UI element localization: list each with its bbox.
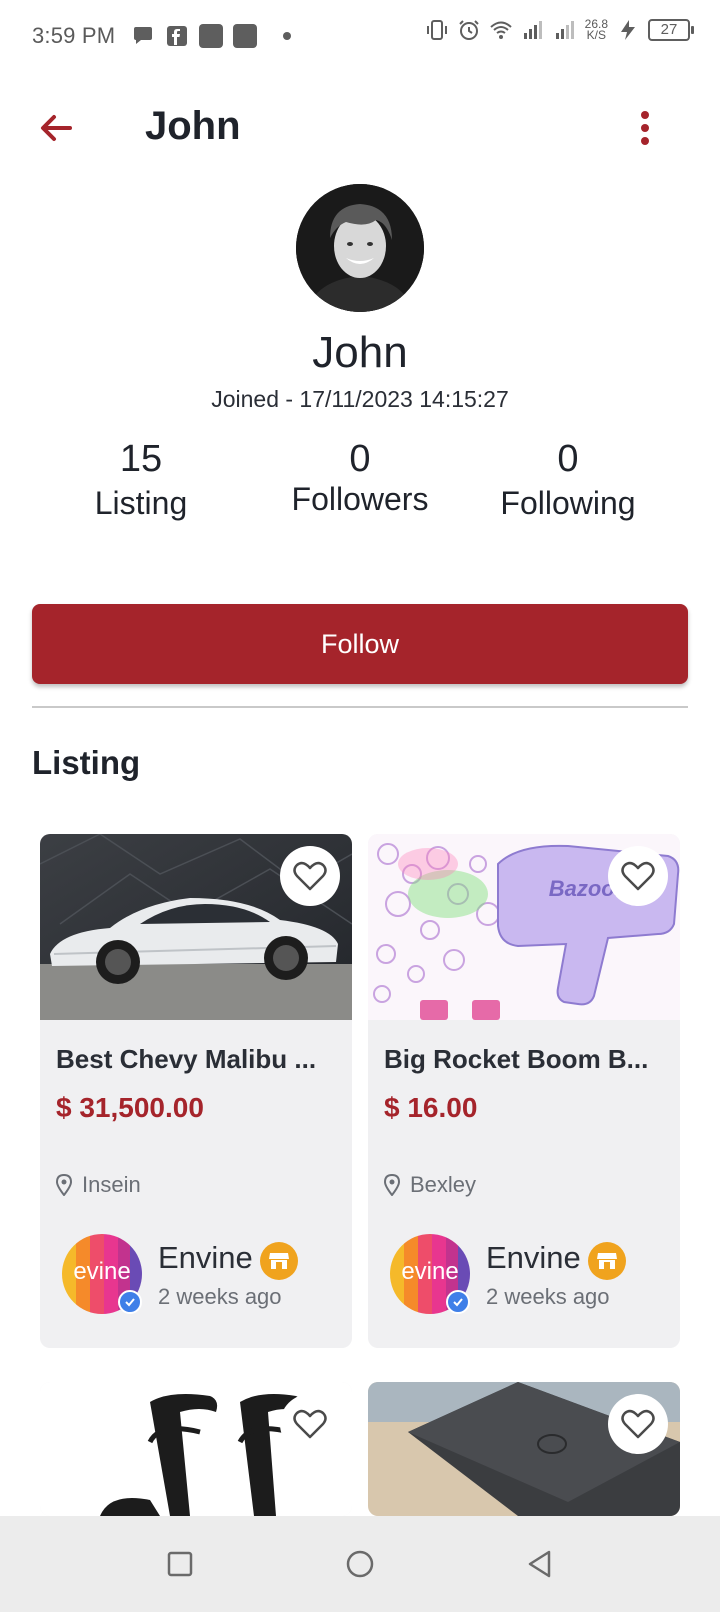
profile-photo	[296, 184, 424, 312]
chat-bubble-icon	[134, 27, 153, 44]
listing-price: $ 31,500.00	[56, 1092, 204, 1123]
more-vertical-icon	[641, 111, 649, 145]
listing-card[interactable]	[368, 1382, 680, 1516]
stat-followers[interactable]: 0 Followers	[282, 438, 438, 518]
posted-time: 2 weeks ago	[486, 1284, 610, 1309]
verified-icon	[446, 1290, 470, 1314]
listing-section-title: Listing	[32, 744, 141, 781]
profile-name: John	[312, 328, 408, 377]
dot-icon	[283, 32, 292, 40]
location-label: Bexley	[410, 1172, 477, 1197]
app-header: John	[0, 86, 720, 170]
posted-time: 2 weeks ago	[158, 1284, 282, 1309]
store-icon	[588, 1242, 626, 1280]
status-bar: 3:59 PM 26.8 K/S 27	[0, 0, 720, 72]
listing-location: Bexley	[384, 1172, 476, 1198]
location-label: Insein	[82, 1172, 141, 1197]
listing-title: Big Rocket Boom B...	[384, 1044, 649, 1074]
verified-icon	[118, 1290, 142, 1314]
stat-listing-value: 15	[119, 438, 163, 480]
follow-button[interactable]: Follow	[32, 604, 688, 684]
favorite-button[interactable]	[608, 1394, 668, 1454]
heart-icon	[621, 861, 655, 891]
app-icon	[233, 24, 258, 48]
back-button[interactable]	[32, 104, 80, 152]
system-navigation-bar	[0, 1516, 720, 1612]
svg-text:evine: evine	[401, 1258, 458, 1285]
wifi-icon	[489, 21, 512, 39]
stat-listing[interactable]: 15 Listing	[82, 438, 200, 522]
stat-following-label: Following	[500, 485, 636, 521]
vibrate-icon	[426, 20, 447, 40]
seller-name: Envine	[158, 1240, 253, 1275]
listing-card[interactable]: Bazooka Big Rocket Boom B... $ 16.00 Bex…	[368, 834, 680, 1348]
facebook-icon	[167, 26, 188, 46]
stat-listing-label: Listing	[94, 485, 188, 521]
stat-followers-label: Followers	[291, 481, 429, 517]
favorite-button[interactable]	[280, 1394, 340, 1454]
recents-button[interactable]	[160, 1544, 200, 1584]
avatar	[296, 184, 424, 312]
favorite-button[interactable]	[280, 846, 340, 906]
page-title: John	[145, 104, 241, 148]
listing-price: $ 16.00	[384, 1092, 478, 1123]
favorite-button[interactable]	[608, 846, 668, 906]
more-options-button[interactable]	[630, 104, 660, 152]
alarm-icon	[458, 20, 479, 40]
app-icon	[199, 24, 224, 48]
heart-icon	[293, 861, 327, 891]
network-speed: 26.8 K/S	[584, 17, 608, 42]
stat-following[interactable]: 0 Following	[494, 438, 642, 522]
charging-icon	[621, 20, 635, 40]
listing-card[interactable]: Best Chevy Malibu ... $ 31,500.00 Insein…	[40, 834, 352, 1348]
listing-card[interactable]	[40, 1382, 352, 1516]
svg-text:evine: evine	[73, 1258, 130, 1285]
signal-icon	[555, 21, 574, 39]
listing-location: Insein	[56, 1172, 141, 1198]
listing-title: Best Chevy Malibu ...	[56, 1044, 317, 1074]
stat-following-value: 0	[557, 438, 579, 480]
seller-name: Envine	[486, 1240, 581, 1275]
store-icon	[260, 1242, 298, 1280]
circle-icon	[346, 1550, 374, 1578]
joined-date: Joined - 17/11/2023 14:15:27	[211, 386, 509, 412]
heart-icon	[621, 1409, 655, 1439]
divider	[32, 706, 688, 708]
seller-info[interactable]: evine Envine 2 weeks ago	[390, 1234, 670, 1316]
signal-icon	[523, 21, 542, 39]
battery-icon: 27	[648, 19, 694, 41]
heart-icon	[293, 1409, 327, 1439]
arrow-left-icon	[41, 115, 72, 141]
stat-followers-value: 0	[349, 438, 371, 480]
location-pin-icon	[384, 1174, 400, 1196]
back-nav-button[interactable]	[520, 1544, 560, 1584]
triangle-back-icon	[528, 1550, 551, 1578]
square-icon	[167, 1551, 193, 1577]
location-pin-icon	[56, 1174, 72, 1196]
status-time: 3:59 PM	[32, 23, 116, 48]
seller-info[interactable]: evine Envine 2 weeks ago	[62, 1234, 342, 1316]
home-button[interactable]	[340, 1544, 380, 1584]
